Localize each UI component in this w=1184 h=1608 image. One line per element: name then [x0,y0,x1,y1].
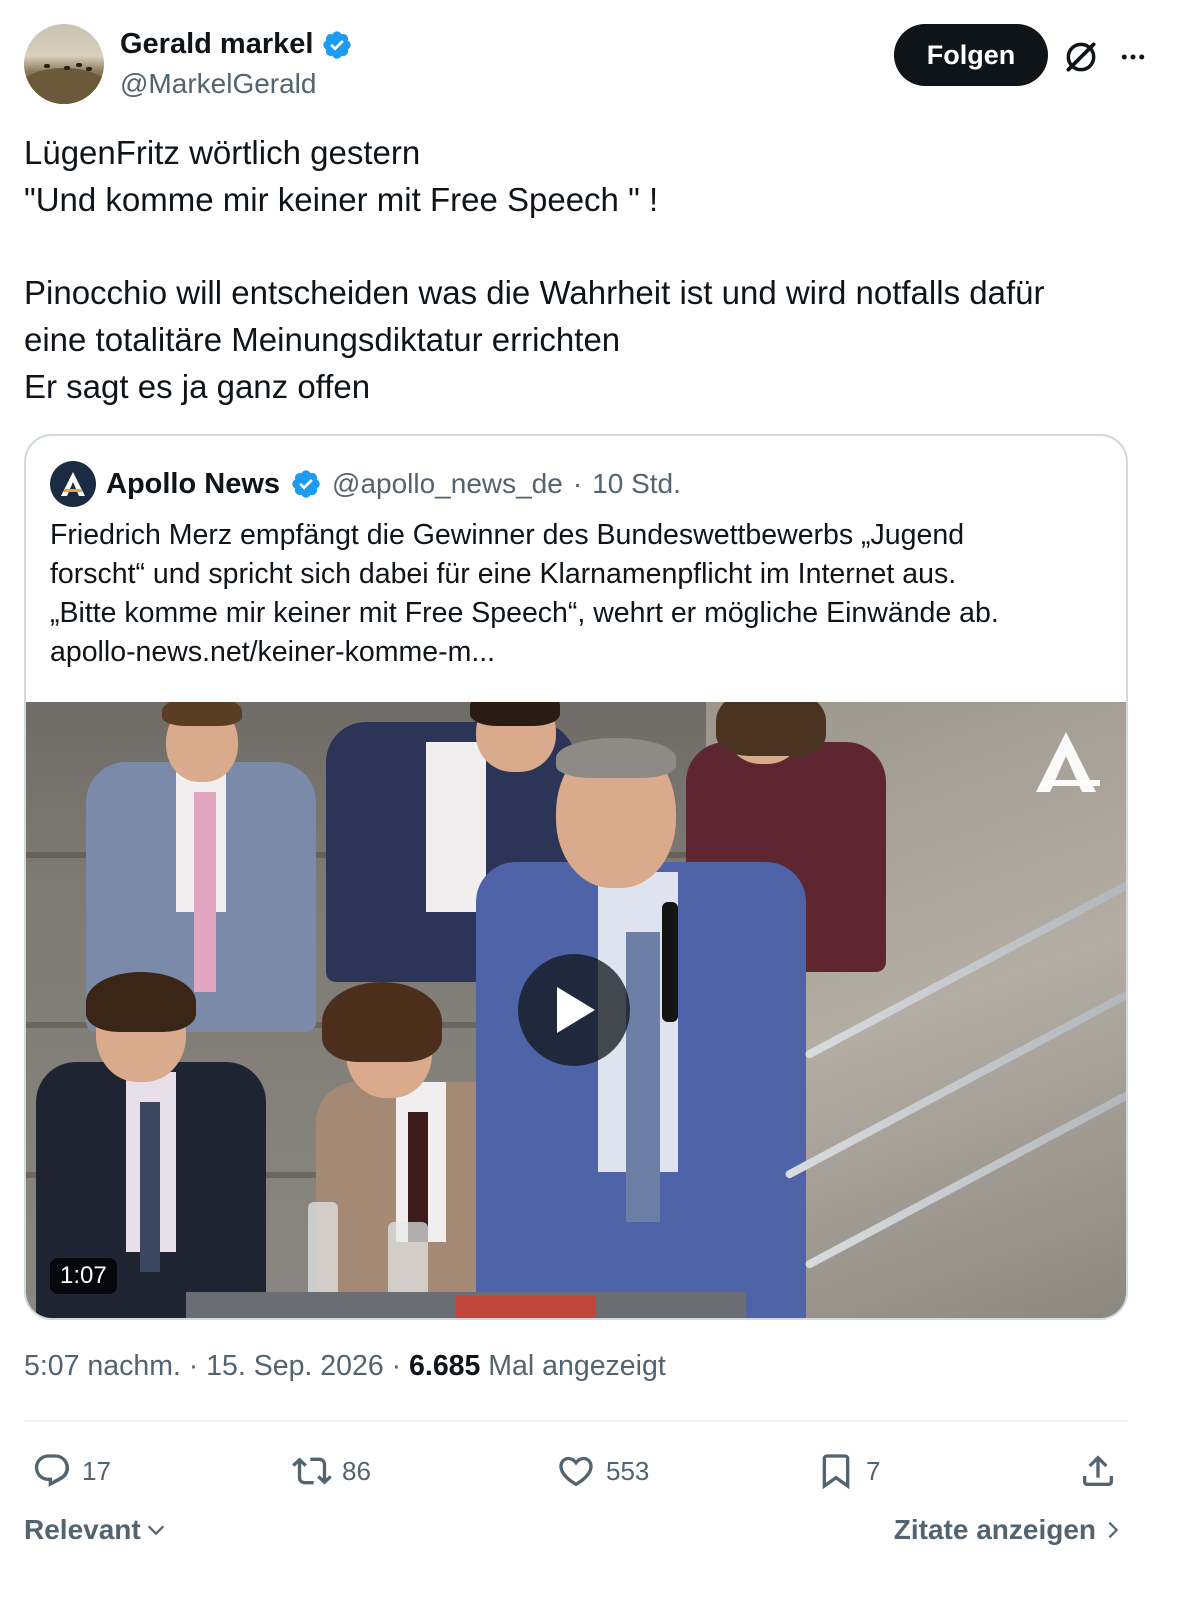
quotes-label: Zitate anzeigen [893,1514,1096,1545]
tweet-time[interactable]: 5:07 nachm. [24,1350,181,1382]
tweet-line: LügenFritz wörtlich gestern [24,134,421,171]
bookmark-count: 7 [866,1455,881,1486]
quoted-timestamp[interactable]: 10 Std. [592,468,681,500]
divider [24,1420,1128,1422]
reply-button[interactable]: 17 [32,1446,111,1496]
tweet-date[interactable]: 15. Sep. 2026 [206,1350,384,1382]
author-avatar[interactable] [24,24,104,104]
heart-icon [559,1456,593,1487]
tweet-line: "Und komme mir keiner mit Free Speech " … [24,180,659,218]
separator-dot: · [572,468,583,499]
quoted-author-name[interactable]: Apollo News [106,468,280,501]
separator-dot: · [391,1350,402,1382]
video-duration: 1:07 [50,1258,117,1294]
like-button[interactable]: 553 [556,1446,649,1496]
bookmark-icon [822,1454,850,1490]
quoted-tweet-text: Friedrich Merz empfängt die Gewinner des… [50,516,1110,672]
apollo-news-avatar[interactable] [50,461,96,507]
grok-icon[interactable] [1062,38,1100,76]
apollo-logo-icon [61,472,85,496]
tweet-line: Er sagt es ja ganz offen [24,367,371,405]
like-count: 553 [606,1455,650,1486]
tweet-line: eine totalitäre Meinungsdiktatur erricht… [24,321,621,359]
repost-count: 86 [342,1455,371,1486]
quoted-tweet-header: Apollo News @apollo_news_de · 10 Std. [50,460,681,508]
chevron-right-icon [1108,1521,1119,1539]
chevron-down-icon [147,1525,164,1536]
tweet-header: Gerald markel @MarkelGerald Folgen [24,24,1160,104]
tweet-text: LügenFritz wörtlich gestern "Und komme m… [24,130,1144,411]
author-name[interactable]: Gerald markel [120,28,313,61]
view-quotes-link[interactable]: Zitate anzeigen [894,1514,1122,1546]
reply-count: 17 [82,1455,111,1486]
play-icon [557,987,595,1033]
quoted-tweet-card[interactable]: Apollo News @apollo_news_de · 10 Std. Fr… [24,434,1128,1320]
view-count-label: Mal angezeigt [488,1350,666,1382]
tweet-line: Pinocchio will entscheiden was die Wahrh… [24,274,1045,312]
tweet-meta: 5:07 nachm. · 15. Sep. 2026 · 6.685 Mal … [24,1350,666,1383]
more-icon[interactable] [1116,42,1150,72]
quoted-author-handle[interactable]: @apollo_news_de [332,468,563,500]
video-player[interactable]: 1:07 [26,702,1126,1318]
sort-label: Relevant [24,1514,141,1545]
play-button[interactable] [518,954,630,1066]
quoted-line: Friedrich Merz empfängt die Gewinner des… [50,519,965,551]
verified-badge-icon [292,470,320,498]
repost-icon [292,1457,332,1485]
quoted-line: forscht“ und spricht sich dabei für eine… [50,558,957,590]
quoted-link[interactable]: apollo-news.net/keiner-komme-m... [50,633,1110,672]
repost-button[interactable]: 86 [292,1446,371,1496]
sort-replies-dropdown[interactable]: Relevant [24,1514,167,1546]
author-handle[interactable]: @MarkelGerald [120,68,316,100]
share-button[interactable] [1078,1446,1118,1496]
view-count: 6.685 [409,1350,481,1382]
separator-dot: · [188,1350,199,1382]
follow-button[interactable]: Folgen [894,24,1048,86]
author-name-row[interactable]: Gerald markel [120,28,353,61]
reply-icon [34,1454,70,1487]
apollo-watermark-icon [1036,732,1100,792]
bookmark-button[interactable]: 7 [816,1446,880,1496]
quoted-line: „Bitte komme mir keiner mit Free Speech“… [50,597,999,629]
verified-badge-icon [323,30,352,59]
share-icon [1083,1455,1113,1486]
action-bar: 17 86 553 7 [24,1446,1128,1496]
